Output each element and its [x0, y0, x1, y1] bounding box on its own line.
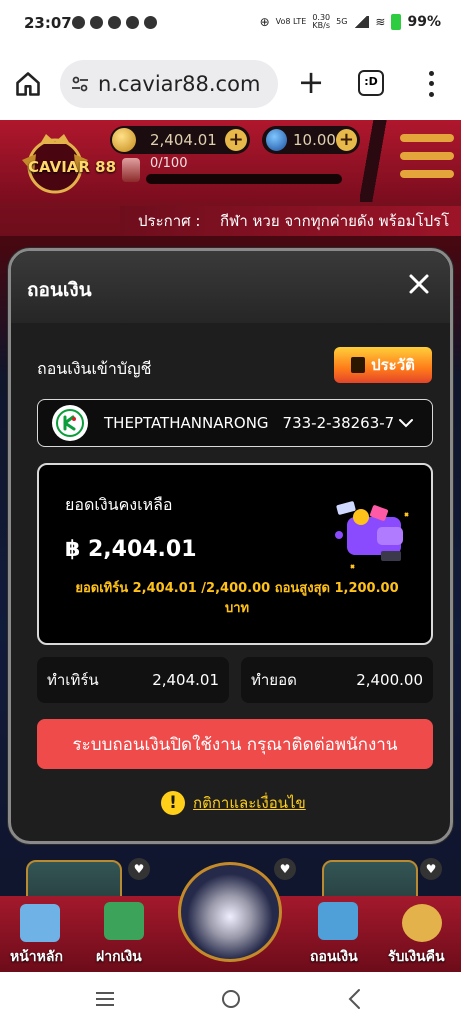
- terms-label[interactable]: กติกาและเงื่อนไข: [193, 791, 306, 815]
- new-tab-button[interactable]: +: [296, 66, 326, 98]
- recent-apps-icon[interactable]: [96, 992, 114, 1006]
- home-icon[interactable]: [14, 70, 42, 98]
- site-settings-icon[interactable]: [70, 74, 90, 94]
- history-button[interactable]: ประวัติ: [334, 347, 432, 383]
- battery-icon: [391, 14, 402, 30]
- bank-account-name: THEPTATHANNARONG: [104, 414, 269, 432]
- announcement-bar: ประกาศ : กีฬา หวย จากทุกค่ายดัง พร้อมโปร…: [120, 206, 461, 236]
- announce-text: กีฬา หวย จากทุกค่ายดัง พร้อมโปรโ: [220, 212, 450, 230]
- withdraw-modal: ถอนเงิน ถอนเงินเข้าบัญชี ประวัติ THEPTAT…: [8, 248, 453, 844]
- add-gem-button[interactable]: +: [335, 129, 357, 151]
- terms-link[interactable]: ! กติกาและเงื่อนไข: [161, 791, 306, 815]
- level-badge-icon: [122, 158, 140, 182]
- cashback-icon: [402, 904, 442, 942]
- nav-deposit[interactable]: ฝากเงิน: [96, 946, 142, 968]
- game-controller-icon[interactable]: [178, 862, 282, 962]
- target-value: 2,400.00: [356, 671, 423, 689]
- history-icon: [351, 357, 366, 373]
- status-bar: 23:07 ⊕ Vo8 LTE 0.30 KB/s 5G ≋ 99%: [0, 0, 461, 48]
- coin-icon: [112, 128, 136, 152]
- kbank-logo-icon: [52, 405, 88, 441]
- site-menu-icon[interactable]: [400, 134, 454, 178]
- turn-label: ทำเทิร์น: [47, 671, 99, 689]
- warning-icon: !: [161, 791, 185, 815]
- bank-account-select[interactable]: THEPTATHANNARONG 733-2-38263-7: [37, 399, 433, 447]
- level-progress-bar: [146, 174, 342, 184]
- turnover-stat: ทำเทิร์น 2,404.01: [37, 657, 229, 703]
- alarm-icon: ⊕: [259, 15, 270, 29]
- messenger-icon: [90, 16, 103, 29]
- turnover-note: ยอดเทิร์น 2,404.01 /2,400.00 ถอนสูงสุด 1…: [75, 581, 399, 616]
- chevron-down-icon: [398, 419, 413, 428]
- add-coin-button[interactable]: +: [225, 129, 247, 151]
- gem-balance: 10.00: [293, 131, 336, 149]
- tab-switcher-button[interactable]: :D: [358, 70, 384, 96]
- line-icon: [108, 16, 121, 29]
- withdraw-disabled-button[interactable]: ระบบถอนเงินปิดใช้งาน กรุณาติดต่อพนักงาน: [37, 719, 433, 769]
- balance-title: ยอดเงินคงเหลือ: [65, 495, 173, 514]
- wallet-icon: [335, 501, 409, 569]
- heart-icon[interactable]: ♥: [274, 858, 296, 880]
- browser-menu-button[interactable]: [424, 68, 438, 100]
- nav-withdraw[interactable]: ถอนเงิน: [310, 946, 358, 968]
- facebook-icon: [72, 16, 85, 29]
- gem-balance-pill: 10.00 +: [262, 126, 360, 154]
- browser-toolbar: n.caviar88.com + :D: [0, 48, 461, 120]
- telegram-icon: [126, 16, 139, 29]
- battery-percent: 99%: [407, 14, 441, 30]
- house-icon: [20, 904, 60, 942]
- wifi-icon: ≋: [375, 15, 386, 29]
- withdraw-icon: [318, 902, 358, 940]
- status-right: ⊕ Vo8 LTE 0.30 KB/s 5G ≋ 99%: [260, 14, 441, 30]
- coin-balance-pill: 2,404.01 +: [110, 126, 250, 154]
- address-bar[interactable]: n.caviar88.com: [60, 60, 278, 108]
- balance-card: ยอดเงินคงเหลือ ฿ 2,404.01 ยอดเทิร์น 2,40…: [37, 463, 433, 645]
- notification-icons: [72, 16, 157, 29]
- signal-label: 5G: [336, 17, 348, 26]
- heart-icon[interactable]: ♥: [128, 858, 150, 880]
- signal-icon: [353, 16, 370, 28]
- status-time: 23:07: [24, 14, 72, 32]
- history-label: ประวัติ: [371, 356, 415, 374]
- url-text: n.caviar88.com: [98, 72, 261, 96]
- deposit-icon: [104, 902, 144, 940]
- site-viewport: CAVIAR 88 2,404.01 + 10.00 + 0/100 ประกา…: [0, 120, 461, 972]
- modal-title: ถอนเงิน: [27, 279, 92, 301]
- target-label: ทำยอด: [251, 671, 297, 689]
- account-label: ถอนเงินเข้าบัญชี: [37, 359, 152, 378]
- site-header: CAVIAR 88 2,404.01 + 10.00 + 0/100: [0, 120, 461, 202]
- heart-icon[interactable]: ♥: [420, 858, 442, 880]
- header-decoration: [360, 120, 390, 202]
- net-speed: 0.30 KB/s: [312, 13, 331, 30]
- bag-icon: [144, 16, 157, 29]
- close-icon[interactable]: [408, 273, 430, 295]
- level-progress-text: 0/100: [150, 156, 188, 171]
- nav-cashback[interactable]: รับเงินคืน: [388, 946, 445, 968]
- turn-value: 2,404.01: [152, 671, 219, 689]
- android-home-icon[interactable]: [222, 990, 240, 1008]
- coin-balance: 2,404.01: [150, 131, 217, 149]
- balance-amount: ฿ 2,404.01: [65, 537, 197, 562]
- logo-text: CAVIAR 88: [28, 158, 117, 176]
- nav-home[interactable]: หน้าหลัก: [10, 946, 63, 968]
- target-stat: ทำยอด 2,400.00: [241, 657, 433, 703]
- gem-icon: [266, 129, 288, 151]
- volte-text: Vo8 LTE: [275, 17, 307, 26]
- android-nav-bar: [0, 972, 461, 1024]
- back-icon[interactable]: [346, 988, 364, 1010]
- bank-account-number: 733-2-38263-7: [282, 414, 393, 432]
- announce-label: ประกาศ :: [138, 212, 201, 230]
